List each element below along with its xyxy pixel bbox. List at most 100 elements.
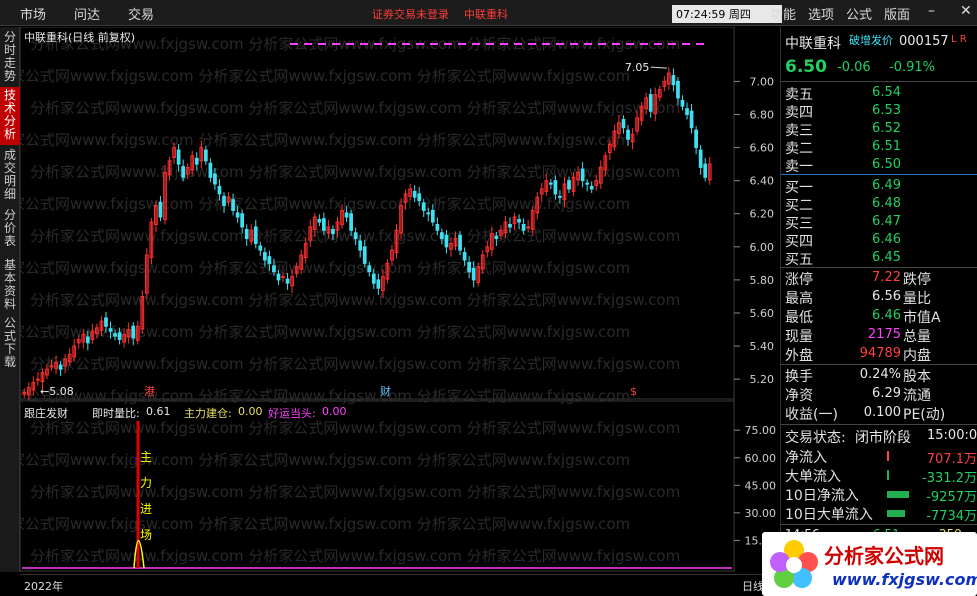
indicator-tick-label: 45.00	[745, 479, 777, 492]
candle-body	[430, 209, 435, 223]
current-price: 6.50	[785, 57, 827, 77]
period-label[interactable]: 日线	[742, 578, 764, 594]
menu-market[interactable]: 市场	[20, 4, 46, 23]
menu-wenda[interactable]: 问达	[74, 4, 100, 23]
minimize-button[interactable]: –	[928, 3, 935, 19]
watermark-text: 分析家公式网www.fxjgsw.com 分析家公式网www.fxjgsw.co…	[20, 323, 630, 341]
candle-body	[244, 228, 249, 240]
candle-body	[462, 252, 467, 261]
trade-time: 15:00:0	[927, 428, 977, 443]
tab-5[interactable]: 公式下载	[0, 315, 20, 371]
bid-label: 买一	[785, 180, 813, 196]
menu-layout[interactable]: 版面	[884, 4, 910, 23]
candle-body	[671, 75, 676, 86]
candle-body	[421, 202, 426, 211]
signal-dot	[556, 43, 564, 45]
candle-body	[526, 226, 531, 229]
candle-body	[344, 212, 349, 218]
candle-body	[521, 223, 526, 231]
candle-body	[548, 182, 553, 185]
stat2-value: 0.100	[863, 405, 901, 420]
stock-notice[interactable]: 中联重科	[464, 6, 508, 22]
chart-area[interactable]: 分析家公式网www.fxjgsw.com 分析家公式网www.fxjgsw.co…	[0, 26, 780, 590]
signal-dot	[612, 43, 620, 45]
ask-price: 6.54	[872, 85, 901, 100]
indicator-tick-label: 75.00	[745, 424, 777, 437]
candle-body	[648, 94, 653, 112]
indicator-name: 跟庄发财	[24, 407, 68, 420]
signal-dot	[346, 43, 354, 45]
candle-body	[467, 262, 471, 273]
menu-trade[interactable]: 交易	[128, 4, 154, 23]
signal-dot	[374, 43, 382, 45]
indicator-tick-label: 30.00	[745, 507, 777, 520]
candle-body	[49, 365, 54, 368]
signal-dot	[570, 43, 578, 45]
haoyun-value: 0.00	[322, 405, 347, 418]
candle-body	[113, 333, 117, 337]
clock-display: 07:24:59 周四	[672, 5, 782, 23]
candle-body	[253, 226, 258, 245]
ask-price: 6.50	[872, 157, 901, 172]
high-price-label: 7.05	[625, 61, 650, 74]
flow-bar	[887, 510, 905, 517]
haoyun-label: 好运当头:	[268, 407, 316, 420]
event-marker: 港	[144, 385, 155, 398]
candle-body	[353, 232, 358, 240]
tab-3[interactable]: 分价表	[0, 207, 20, 255]
signal-text-char: 主	[140, 450, 152, 464]
price-tick-label: 5.60	[750, 307, 775, 320]
candle-body	[58, 364, 63, 370]
candle-body	[176, 149, 181, 165]
ask-label: 卖一	[785, 159, 813, 175]
year-label: 2022年	[24, 580, 63, 593]
candle-body	[517, 219, 521, 223]
close-button[interactable]: ✕	[960, 3, 972, 19]
candle-body	[676, 80, 680, 99]
candle-body	[285, 278, 290, 284]
candle-body	[36, 378, 40, 381]
signal-dot	[654, 43, 662, 45]
ask-price: 6.52	[872, 121, 901, 136]
tab-2[interactable]: 成交明细	[0, 147, 20, 203]
candle-body	[621, 118, 626, 129]
candle-body	[194, 157, 199, 165]
bid-label: 买四	[785, 234, 813, 250]
login-notice[interactable]: 证券交易未登录	[372, 6, 449, 22]
trade-state-label: 交易状态:	[785, 430, 846, 446]
separator	[781, 364, 977, 365]
jiancang-label: 主力建仓:	[184, 407, 232, 420]
flow-label: 10日大单流入	[785, 507, 873, 523]
watermark-text: 分析家公式网www.fxjgsw.com 分析家公式网www.fxjgsw.co…	[20, 451, 630, 469]
candle-body	[508, 223, 512, 228]
candle-body	[458, 234, 462, 251]
signal-dot	[668, 43, 676, 45]
candle-body	[358, 240, 363, 251]
price-tick-label: 6.80	[750, 108, 775, 121]
candlestick-chart[interactable]: 分析家公式网www.fxjgsw.com 分析家公式网www.fxjgsw.co…	[0, 26, 780, 590]
candle-body	[235, 212, 240, 218]
signal-dot	[360, 43, 368, 45]
candle-body	[131, 325, 136, 339]
price-tick-label: 5.80	[750, 274, 775, 287]
ask-label: 卖三	[785, 123, 813, 139]
stat2-label: 换手	[785, 369, 813, 385]
separator	[781, 267, 977, 268]
signal-dot	[388, 43, 396, 45]
menu-formula[interactable]: 公式	[846, 4, 872, 23]
bid-price: 6.48	[872, 196, 901, 211]
bid-price: 6.45	[872, 250, 901, 265]
watermark-text: 分析家公式网www.fxjgsw.com 分析家公式网www.fxjgsw.co…	[30, 291, 680, 309]
candle-body	[689, 110, 694, 129]
tab-0[interactable]: 分时走势	[0, 29, 20, 85]
stat2-label-2: 股本	[903, 369, 931, 385]
tab-1[interactable]: 技术分析	[0, 87, 20, 145]
tab-4[interactable]: 基本资料	[0, 257, 20, 313]
menu-options[interactable]: 选项	[808, 4, 834, 23]
signal-dot	[472, 43, 480, 45]
menu-function[interactable]: 功能	[770, 4, 796, 23]
bid-label: 买二	[785, 198, 813, 214]
stat-label-2: 市值A	[903, 310, 941, 326]
flow-label: 净流入	[785, 450, 827, 466]
candle-body	[267, 256, 272, 264]
